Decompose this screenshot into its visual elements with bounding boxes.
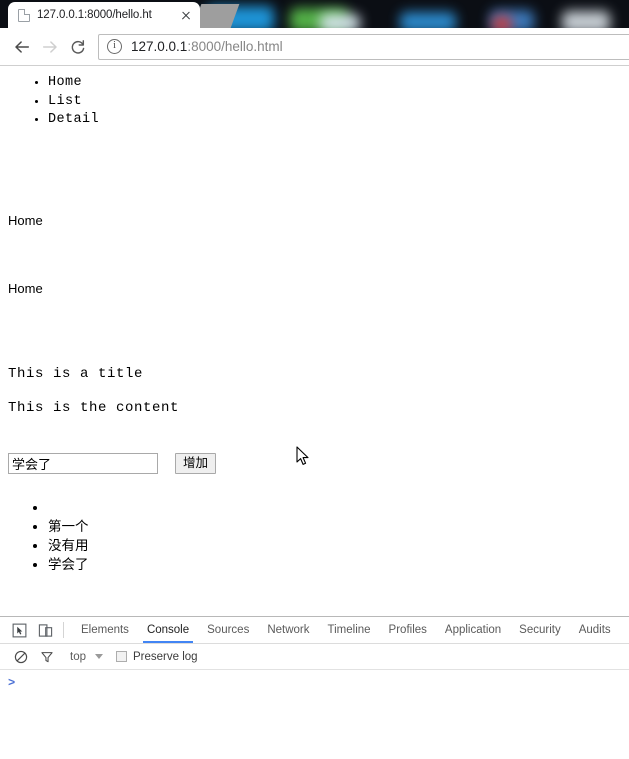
tab-title: 127.0.0.1:8000/hello.ht bbox=[37, 9, 152, 21]
page-icon bbox=[18, 8, 30, 22]
page-body: Home List Detail Home Home This is a tit… bbox=[0, 66, 629, 572]
todo-list: 第一个 没有用 学会了 bbox=[0, 498, 89, 574]
tab-audits[interactable]: Audits bbox=[570, 617, 620, 643]
tab-security[interactable]: Security bbox=[510, 617, 570, 643]
list-item[interactable]: 学会了 bbox=[48, 555, 89, 574]
nav-list-item-list[interactable]: List bbox=[48, 93, 621, 112]
reload-icon[interactable] bbox=[64, 33, 92, 61]
todo-input[interactable] bbox=[8, 453, 158, 474]
tab-application[interactable]: Application bbox=[436, 617, 510, 643]
tab-timeline[interactable]: Timeline bbox=[319, 617, 380, 643]
devtools-panel: Elements Console Sources Network Timelin… bbox=[0, 616, 629, 759]
nav-list-item-home[interactable]: Home bbox=[48, 74, 621, 93]
tab-network[interactable]: Network bbox=[258, 617, 318, 643]
tab-profiles[interactable]: Profiles bbox=[380, 617, 436, 643]
todo-form: 增加 bbox=[8, 453, 217, 474]
info-circle-icon[interactable] bbox=[107, 39, 122, 54]
address-bar[interactable]: 127.0.0.1:8000/hello.html bbox=[98, 33, 629, 60]
preserve-log-label: Preserve log bbox=[133, 650, 198, 663]
browser-tab-active[interactable]: 127.0.0.1:8000/hello.ht bbox=[8, 2, 200, 28]
device-toolbar-icon[interactable] bbox=[32, 618, 58, 642]
mouse-cursor-icon bbox=[296, 446, 310, 472]
nav-list-item-detail[interactable]: Detail bbox=[48, 111, 621, 130]
list-item[interactable]: 第一个 bbox=[48, 517, 89, 536]
back-arrow-icon[interactable] bbox=[8, 33, 36, 61]
console-prompt: > bbox=[8, 676, 16, 690]
console-context-selector[interactable]: top bbox=[70, 651, 86, 663]
add-todo-button[interactable]: 增加 bbox=[175, 453, 217, 474]
chevron-down-icon[interactable] bbox=[95, 654, 103, 659]
forward-arrow-icon bbox=[36, 33, 64, 61]
tab-sources[interactable]: Sources bbox=[198, 617, 258, 643]
url-host: 127.0.0.1 bbox=[131, 39, 188, 54]
home-heading-primary: Home bbox=[8, 213, 43, 228]
browser-tab-strip: 127.0.0.1:8000/hello.ht bbox=[0, 0, 629, 28]
tab-console[interactable]: Console bbox=[138, 617, 198, 643]
clear-console-icon[interactable] bbox=[8, 645, 34, 669]
browser-toolbar: 127.0.0.1:8000/hello.html bbox=[0, 28, 629, 66]
page-viewport: Home List Detail Home Home This is a tit… bbox=[0, 66, 629, 616]
inspect-element-icon[interactable] bbox=[6, 618, 32, 642]
url-text: 127.0.0.1:8000/hello.html bbox=[131, 39, 283, 54]
url-path: :8000/hello.html bbox=[187, 39, 283, 54]
list-item[interactable] bbox=[48, 498, 89, 517]
preserve-log-checkbox[interactable] bbox=[116, 651, 127, 662]
console-filter-bar: top Preserve log bbox=[0, 644, 629, 670]
nav-list: Home List Detail bbox=[8, 74, 621, 130]
page-content: This is the content bbox=[8, 400, 180, 416]
list-item[interactable]: 没有用 bbox=[48, 536, 89, 555]
tab-elements[interactable]: Elements bbox=[72, 617, 138, 643]
toolbar-divider bbox=[63, 622, 64, 638]
close-icon[interactable] bbox=[178, 7, 194, 23]
devtools-tabbar: Elements Console Sources Network Timelin… bbox=[0, 617, 629, 644]
home-heading-secondary: Home bbox=[8, 281, 43, 296]
console-output-area[interactable]: > bbox=[0, 670, 629, 759]
page-title: This is a title bbox=[8, 366, 144, 382]
filter-funnel-icon[interactable] bbox=[34, 645, 60, 669]
